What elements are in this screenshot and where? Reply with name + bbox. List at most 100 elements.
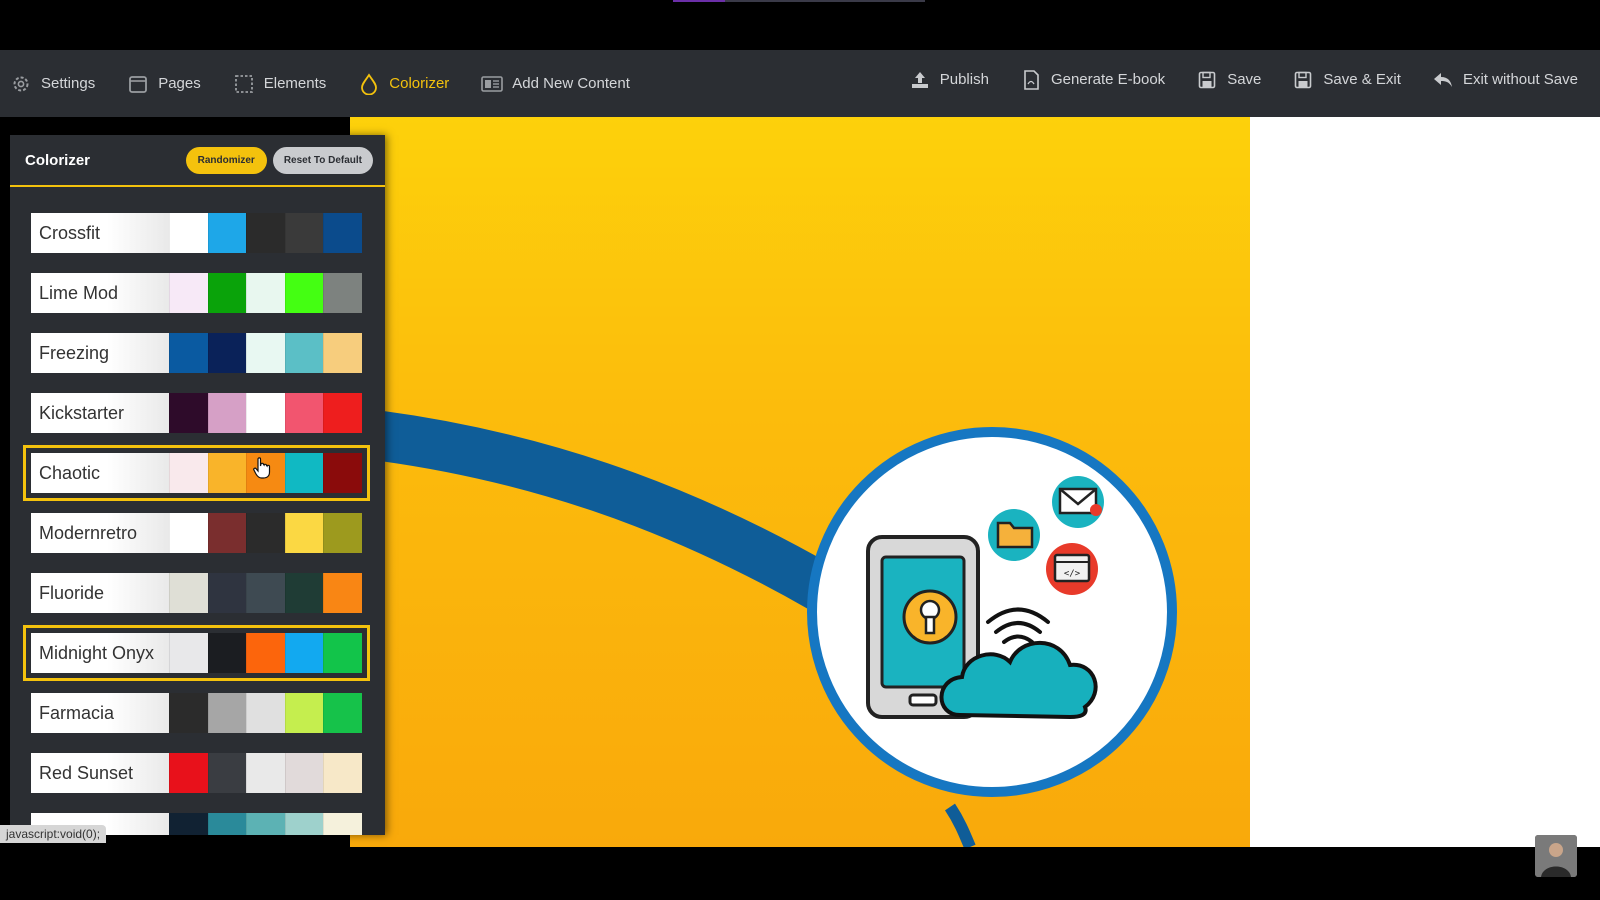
color-scheme-row[interactable]: Modernretro — [31, 513, 363, 553]
page-icon — [127, 73, 149, 95]
color-swatch — [169, 213, 208, 253]
elements-button[interactable]: Elements — [233, 73, 327, 95]
color-scheme-row[interactable]: Fluoride — [31, 573, 363, 613]
floppy-icon — [1292, 69, 1314, 91]
color-scheme-row[interactable]: Midnight Onyx — [23, 625, 370, 681]
color-swatch — [284, 213, 324, 253]
settings-label: Settings — [41, 75, 96, 92]
colorizer-header: Colorizer Randomizer Reset To Default — [10, 135, 385, 187]
add-new-content-label: Add New Content — [512, 75, 630, 92]
publish-label: Publish — [939, 71, 989, 88]
color-scheme-row[interactable]: Lime Mod — [31, 273, 363, 313]
color-swatch — [323, 333, 363, 373]
color-swatch — [246, 213, 285, 253]
gear-icon — [10, 73, 32, 95]
code-window-icon: </> — [1046, 543, 1098, 595]
toolbar-left-group: Settings Pages Elements Colorizer Add Ne… — [0, 50, 662, 117]
hand-cursor-icon — [253, 457, 271, 479]
color-swatch — [169, 453, 208, 493]
color-scheme-name: Chaotic — [31, 453, 170, 493]
color-swatch — [284, 633, 324, 673]
save-button[interactable]: Save — [1196, 69, 1261, 91]
color-swatch — [207, 393, 247, 433]
color-swatch — [323, 813, 363, 835]
publish-button[interactable]: Publish — [909, 69, 989, 91]
color-scheme-name: Crossfit — [31, 213, 170, 253]
color-swatch — [284, 273, 324, 313]
color-scheme-name: Midnight Onyx — [31, 633, 170, 673]
color-swatch — [246, 573, 285, 613]
color-scheme-name: Modernretro — [31, 513, 170, 553]
video-progress-strip-track — [725, 0, 925, 2]
reset-to-default-button[interactable]: Reset To Default — [272, 146, 373, 174]
add-new-content-button[interactable]: Add New Content — [481, 73, 630, 95]
color-scheme-row[interactable]: Farmacia — [31, 693, 363, 733]
color-scheme-row[interactable]: Crossfit — [31, 213, 363, 253]
color-scheme-row[interactable]: Kickstarter — [31, 393, 363, 433]
color-swatch — [323, 633, 363, 673]
color-scheme-row[interactable]: Freezing — [31, 333, 363, 373]
document-icon — [1020, 69, 1042, 91]
color-scheme-row[interactable]: Red Sunset — [31, 753, 363, 793]
color-swatch — [284, 753, 324, 793]
color-swatch — [246, 813, 285, 835]
color-scheme-name: Red Sunset — [31, 753, 170, 793]
color-swatch — [284, 453, 324, 493]
page-canvas[interactable]: </> — [350, 117, 1250, 847]
reply-arrow-icon — [1432, 69, 1454, 91]
save-and-exit-button[interactable]: Save & Exit — [1292, 69, 1401, 91]
color-swatch — [246, 273, 285, 313]
color-swatch — [323, 753, 363, 793]
color-swatch — [207, 273, 247, 313]
canvas-illustration: </> — [350, 407, 1177, 847]
color-swatch — [207, 513, 247, 553]
colorizer-button[interactable]: Colorizer — [358, 72, 450, 95]
generate-ebook-button[interactable]: Generate E-book — [1020, 69, 1165, 91]
color-scheme-name: Freezing — [31, 333, 170, 373]
colorizer-label: Colorizer — [389, 75, 450, 92]
settings-button[interactable]: Settings — [10, 73, 95, 95]
color-swatch — [284, 693, 324, 733]
color-swatch — [169, 513, 208, 553]
floppy-icon — [1196, 69, 1218, 91]
editor-toolbar: Settings Pages Elements Colorizer Add Ne… — [0, 50, 1600, 117]
folder-icon — [988, 509, 1040, 561]
color-swatch — [246, 753, 285, 793]
color-swatch — [169, 333, 208, 373]
color-swatch — [284, 573, 324, 613]
elements-label: Elements — [263, 75, 327, 92]
color-swatch — [246, 633, 285, 673]
pages-button[interactable]: Pages — [127, 73, 201, 95]
color-swatch — [246, 513, 285, 553]
color-swatch — [323, 513, 363, 553]
color-scheme-name: Kickstarter — [31, 393, 170, 433]
color-swatch — [169, 693, 208, 733]
color-swatch — [284, 813, 324, 835]
save-label: Save — [1227, 71, 1262, 88]
color-swatch — [169, 633, 208, 673]
video-bottom-bar — [0, 847, 1600, 900]
blue-arc-tail — [944, 803, 976, 847]
canvas-right-margin — [1250, 117, 1600, 847]
exit-without-save-button[interactable]: Exit without Save — [1432, 69, 1578, 91]
dotted-square-icon — [233, 73, 255, 95]
color-swatch — [207, 453, 247, 493]
color-swatch — [246, 393, 285, 433]
color-scheme-row[interactable]: Chaotic — [23, 445, 370, 501]
colorizer-panel: Colorizer Randomizer Reset To Default Cr… — [10, 135, 385, 835]
color-swatch — [169, 393, 208, 433]
droplet-icon — [358, 72, 380, 95]
color-scheme-name: Lime Mod — [31, 273, 170, 313]
color-swatch — [323, 573, 363, 613]
exit-without-save-label: Exit without Save — [1462, 71, 1578, 88]
color-swatch — [284, 393, 324, 433]
save-and-exit-label: Save & Exit — [1323, 71, 1401, 88]
color-swatch — [207, 633, 247, 673]
upload-icon — [909, 69, 931, 91]
color-scheme-list: Crossfit Lime Mod Freezing Kickstarter Chaot… — [23, 213, 370, 835]
color-swatch — [169, 273, 208, 313]
toolbar-right-group: Publish Generate E-book Save Save & Exit… — [878, 46, 1600, 113]
randomizer-button[interactable]: Randomizer — [185, 146, 267, 174]
color-swatch — [284, 333, 324, 373]
webcam-thumbnail — [1535, 835, 1577, 877]
